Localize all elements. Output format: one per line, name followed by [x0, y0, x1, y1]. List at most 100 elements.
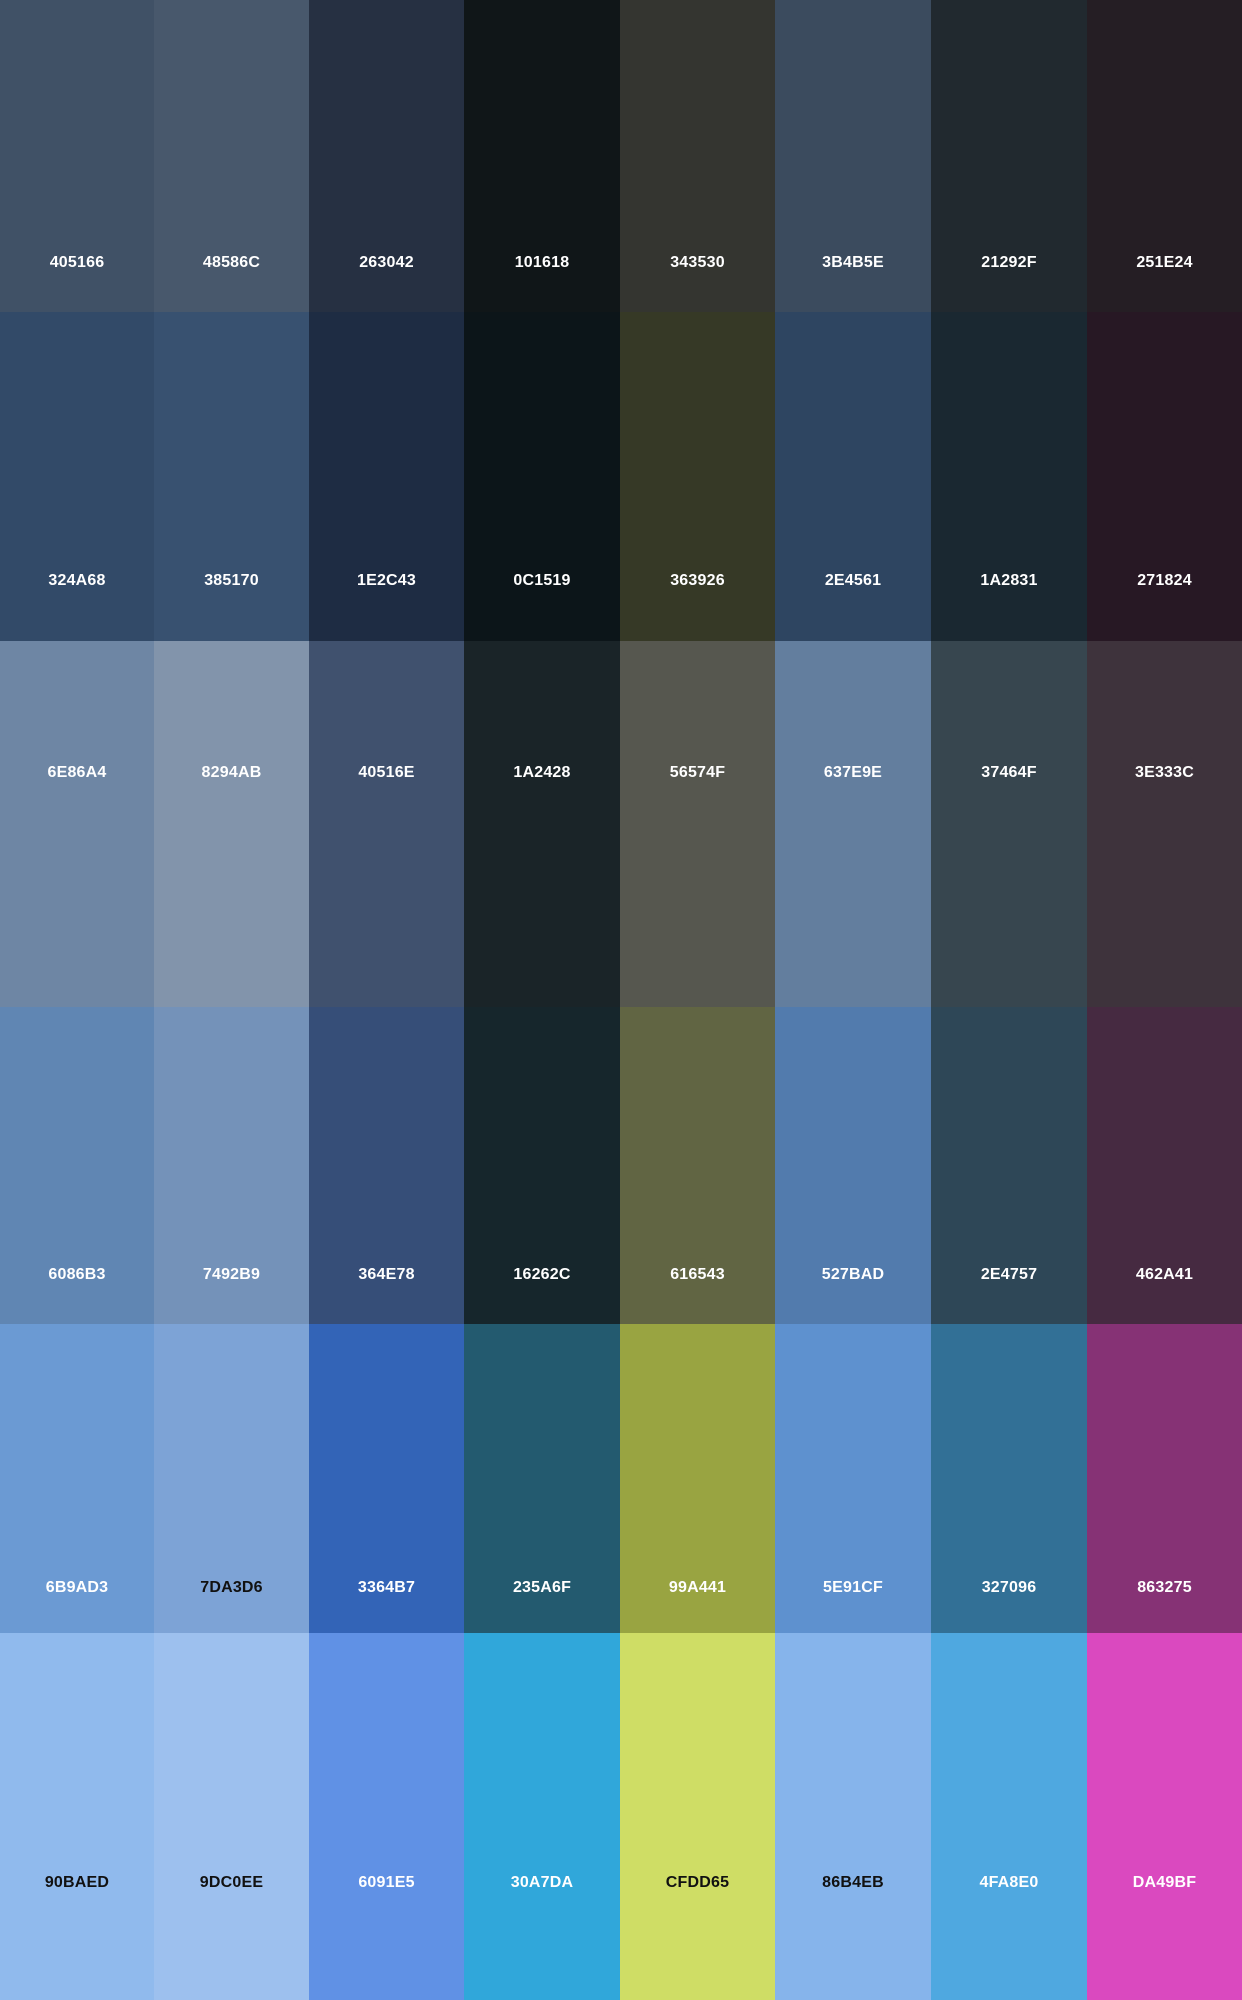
- swatch-hex-label: 405166: [49, 254, 105, 271]
- swatch-hex-label: CFDD65: [665, 1874, 730, 1891]
- color-swatch[interactable]: 48586C: [154, 0, 309, 312]
- swatch-hex-label: 86B4EB: [822, 1874, 884, 1891]
- color-swatch[interactable]: 3364B7: [309, 1324, 464, 1633]
- swatch-hex-label: 462A41: [1135, 1266, 1194, 1283]
- palette-row: 405166 48586C 263042 101618 343530 3B4B5E 2129…: [0, 0, 1242, 312]
- color-swatch[interactable]: 40516E: [309, 641, 464, 1007]
- color-swatch[interactable]: 3B4B5E: [775, 0, 931, 312]
- color-swatch[interactable]: 1A2428: [464, 641, 620, 1007]
- swatch-hex-label: 1E2C43: [356, 572, 417, 589]
- palette-row: 6086B3 7492B9 364E78 16262C 616543 527BAD 2E47…: [0, 1007, 1242, 1324]
- color-swatch[interactable]: 327096: [931, 1324, 1087, 1633]
- color-swatch[interactable]: 462A41: [1087, 1007, 1242, 1324]
- color-swatch[interactable]: 8294AB: [154, 641, 309, 1007]
- swatch-hex-label: DA49BF: [1132, 1874, 1197, 1891]
- color-swatch[interactable]: 90BAED: [0, 1633, 154, 2000]
- swatch-hex-label: 56574F: [669, 764, 726, 781]
- swatch-hex-label: 40516E: [358, 764, 415, 781]
- color-swatch[interactable]: 6091E5: [309, 1633, 464, 2000]
- color-swatch[interactable]: 616543: [620, 1007, 775, 1324]
- swatch-hex-label: 6091E5: [358, 1874, 415, 1891]
- swatch-hex-label: 48586C: [202, 254, 261, 271]
- swatch-hex-label: 9DC0EE: [199, 1874, 264, 1891]
- color-swatch[interactable]: 343530: [620, 0, 775, 312]
- swatch-hex-label: 364E78: [358, 1266, 415, 1283]
- color-swatch[interactable]: 405166: [0, 0, 154, 312]
- palette-row: 6E86A4 8294AB 40516E 1A2428 56574F 637E9E 3746…: [0, 641, 1242, 1007]
- swatch-hex-label: 7DA3D6: [200, 1579, 263, 1596]
- color-swatch[interactable]: 6B9AD3: [0, 1324, 154, 1633]
- swatch-hex-label: 6E86A4: [47, 764, 107, 781]
- swatch-hex-label: 263042: [359, 254, 414, 271]
- swatch-hex-label: 1A2428: [513, 764, 571, 781]
- swatch-hex-label: 0C1519: [513, 572, 571, 589]
- swatch-hex-label: 5E91CF: [823, 1579, 883, 1596]
- color-swatch[interactable]: 364E78: [309, 1007, 464, 1324]
- color-swatch[interactable]: 363926: [620, 312, 775, 641]
- color-swatch[interactable]: 7DA3D6: [154, 1324, 309, 1633]
- color-swatch[interactable]: 6E86A4: [0, 641, 154, 1007]
- swatch-hex-label: 37464F: [981, 764, 1037, 781]
- palette-row: 6B9AD3 7DA3D6 3364B7 235A6F 99A441 5E91CF 3270…: [0, 1324, 1242, 1633]
- color-swatch[interactable]: 86B4EB: [775, 1633, 931, 2000]
- color-swatch[interactable]: 235A6F: [464, 1324, 620, 1633]
- color-swatch[interactable]: 0C1519: [464, 312, 620, 641]
- color-swatch[interactable]: 2E4757: [931, 1007, 1087, 1324]
- swatch-hex-label: 3364B7: [357, 1579, 416, 1596]
- swatch-hex-label: 324A68: [48, 572, 106, 589]
- swatch-hex-label: 16262C: [513, 1266, 571, 1283]
- color-palette-grid: 405166 48586C 263042 101618 343530 3B4B5E 2129…: [0, 0, 1242, 2000]
- color-swatch[interactable]: 16262C: [464, 1007, 620, 1324]
- color-swatch[interactable]: 385170: [154, 312, 309, 641]
- color-swatch[interactable]: 324A68: [0, 312, 154, 641]
- color-swatch[interactable]: 2E4561: [775, 312, 931, 641]
- color-swatch[interactable]: 7492B9: [154, 1007, 309, 1324]
- color-swatch[interactable]: 9DC0EE: [154, 1633, 309, 2000]
- color-swatch[interactable]: 863275: [1087, 1324, 1242, 1633]
- swatch-hex-label: 90BAED: [44, 1874, 110, 1891]
- swatch-hex-label: 1A2831: [980, 572, 1038, 589]
- color-swatch[interactable]: 263042: [309, 0, 464, 312]
- color-swatch[interactable]: 99A441: [620, 1324, 775, 1633]
- swatch-hex-label: 6B9AD3: [45, 1579, 109, 1596]
- swatch-hex-label: 327096: [981, 1579, 1037, 1596]
- swatch-hex-label: 3B4B5E: [822, 254, 884, 271]
- swatch-hex-label: 616543: [670, 1266, 725, 1283]
- swatch-hex-label: 101618: [514, 254, 570, 271]
- swatch-hex-label: 2E4757: [980, 1266, 1038, 1283]
- swatch-hex-label: 385170: [204, 572, 259, 589]
- swatch-hex-label: 2E4561: [824, 572, 882, 589]
- color-swatch[interactable]: 1E2C43: [309, 312, 464, 641]
- color-swatch[interactable]: 56574F: [620, 641, 775, 1007]
- color-swatch[interactable]: 5E91CF: [775, 1324, 931, 1633]
- swatch-hex-label: 863275: [1137, 1579, 1192, 1596]
- color-swatch[interactable]: DA49BF: [1087, 1633, 1242, 2000]
- color-swatch[interactable]: 37464F: [931, 641, 1087, 1007]
- swatch-hex-label: 527BAD: [821, 1266, 885, 1283]
- color-swatch[interactable]: 3E333C: [1087, 641, 1242, 1007]
- swatch-hex-label: 21292F: [981, 254, 1037, 271]
- swatch-hex-label: 8294AB: [201, 764, 262, 781]
- swatch-hex-label: 235A6F: [512, 1579, 572, 1596]
- swatch-hex-label: 99A441: [668, 1579, 727, 1596]
- swatch-hex-label: 363926: [670, 572, 725, 589]
- palette-row: 90BAED 9DC0EE 6091E5 30A7DA CFDD65 86B4EB 4FA8…: [0, 1633, 1242, 2000]
- color-swatch[interactable]: 4FA8E0: [931, 1633, 1087, 2000]
- color-swatch[interactable]: 21292F: [931, 0, 1087, 312]
- swatch-hex-label: 3E333C: [1134, 764, 1195, 781]
- color-swatch[interactable]: 101618: [464, 0, 620, 312]
- swatch-hex-label: 251E24: [1136, 254, 1193, 271]
- swatch-hex-label: 4FA8E0: [979, 1874, 1039, 1891]
- color-swatch[interactable]: 30A7DA: [464, 1633, 620, 2000]
- color-swatch[interactable]: 6086B3: [0, 1007, 154, 1324]
- color-swatch[interactable]: 637E9E: [775, 641, 931, 1007]
- color-swatch[interactable]: 251E24: [1087, 0, 1242, 312]
- swatch-hex-label: 637E9E: [823, 764, 883, 781]
- color-swatch[interactable]: 527BAD: [775, 1007, 931, 1324]
- color-swatch[interactable]: CFDD65: [620, 1633, 775, 2000]
- swatch-hex-label: 343530: [670, 254, 725, 271]
- swatch-hex-label: 7492B9: [202, 1266, 261, 1283]
- swatch-hex-label: 6086B3: [48, 1266, 106, 1283]
- color-swatch[interactable]: 271824: [1087, 312, 1242, 641]
- color-swatch[interactable]: 1A2831: [931, 312, 1087, 641]
